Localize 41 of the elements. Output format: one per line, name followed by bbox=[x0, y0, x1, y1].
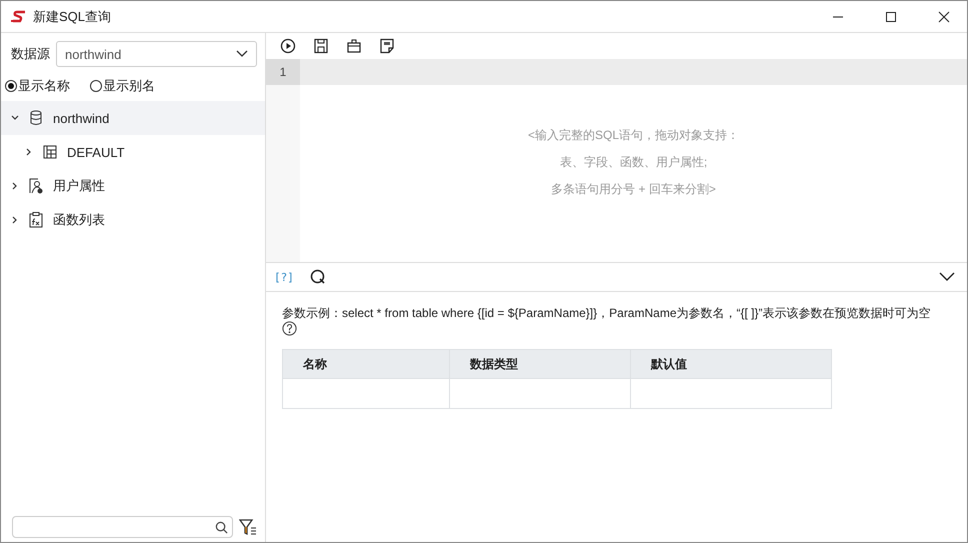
help-button[interactable]: [?] bbox=[274, 270, 294, 284]
display-radio[interactable]: 显示别名 bbox=[90, 77, 155, 95]
editor-placeholder: <输入完整的SQL语句，拖动对象支持： bbox=[526, 127, 740, 144]
column-header: 名称 bbox=[282, 350, 450, 378]
maximize-icon[interactable] bbox=[885, 10, 897, 22]
run-icon[interactable] bbox=[280, 38, 296, 54]
datasource-label: 数据源 bbox=[11, 45, 50, 63]
table-grid-icon bbox=[43, 144, 57, 160]
editor-placeholder: 表、字段、函数、用户属性; bbox=[558, 154, 708, 171]
search-field[interactable] bbox=[12, 516, 233, 538]
parameter-hint: 参数示例：select * from table where {[id = ${ParamName}]}，ParamName为参数名，“{[ ]}”表示该参数在预览数据时可为空 bbox=[282, 306, 930, 320]
tree-item[interactable]: DEFAULT bbox=[1, 135, 265, 169]
sql-editor[interactable]: 1 <输入完整的SQL语句，拖动对象支持： 表、字段、函数、用户属性; 多条语句用分号 + 回车来分割> bbox=[266, 59, 967, 263]
function-clipboard-icon bbox=[29, 212, 43, 228]
display-radio[interactable]: 显示名称 bbox=[5, 77, 70, 95]
search-icon[interactable] bbox=[310, 269, 326, 285]
tree-item[interactable]: 用户属性 bbox=[1, 169, 265, 203]
expand-chevron-icon[interactable] bbox=[11, 114, 19, 122]
expand-chevron-icon[interactable] bbox=[11, 182, 19, 190]
close-icon[interactable] bbox=[938, 10, 950, 22]
search-icon bbox=[215, 520, 228, 534]
expand-chevron-icon[interactable] bbox=[11, 216, 19, 224]
filter-icon[interactable] bbox=[239, 518, 257, 536]
collapse-chevron-icon[interactable] bbox=[939, 272, 955, 282]
user-document-icon bbox=[29, 178, 43, 194]
line-number: 1 bbox=[266, 59, 300, 85]
app-logo-icon bbox=[11, 10, 27, 24]
column-header: 数据类型 bbox=[450, 350, 630, 378]
tree-item[interactable]: 函数列表 bbox=[1, 203, 265, 237]
tree-item[interactable]: northwind bbox=[1, 101, 265, 135]
sql-file-icon[interactable] bbox=[379, 38, 395, 54]
column-header: 默认值 bbox=[630, 350, 832, 378]
briefcase-icon[interactable] bbox=[346, 38, 362, 54]
editor-placeholder: 多条语句用分号 + 回车来分割> bbox=[550, 181, 717, 198]
save-icon[interactable] bbox=[313, 38, 329, 54]
datasource-dropdown[interactable]: northwind bbox=[56, 41, 257, 67]
dropdown-chevron-icon bbox=[236, 50, 248, 58]
database-icon bbox=[29, 110, 43, 126]
help-icon[interactable] bbox=[282, 321, 297, 336]
expand-chevron-icon[interactable] bbox=[25, 148, 33, 156]
window-title: 新建SQL查询 bbox=[33, 8, 112, 26]
